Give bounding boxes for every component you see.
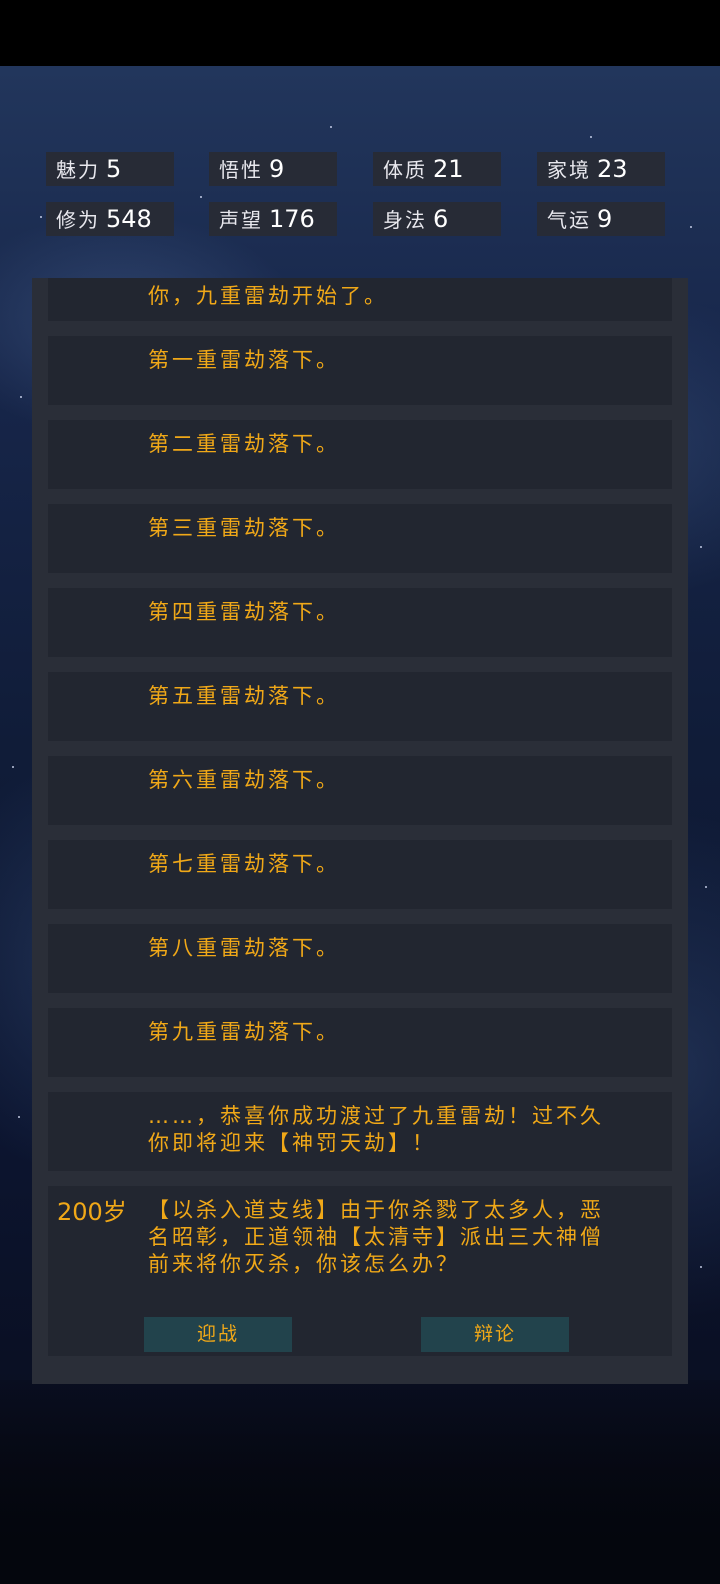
log-entry-text: 你，九重雷劫开始了。 [148, 284, 388, 308]
stat-value: 548 [106, 205, 152, 233]
stat-value: 21 [433, 155, 464, 183]
status-bar [0, 0, 720, 66]
log-entry [48, 840, 672, 909]
log-entry [48, 588, 672, 657]
congrats-line-1: ……，恭喜你成功渡过了九重雷劫！过不久 [148, 1104, 604, 1128]
stat-value: 9 [269, 155, 285, 183]
log-entry [48, 1008, 672, 1077]
log-entry-text: 第六重雷劫落下。 [148, 768, 340, 792]
log-entry-text: 第三重雷劫落下。 [148, 516, 340, 540]
stat-constitution: 体质 21 [373, 152, 501, 186]
log-entry [48, 504, 672, 573]
log-entry-text: 第二重雷劫落下。 [148, 432, 340, 456]
stat-value: 23 [597, 155, 628, 183]
log-entry-text: 第八重雷劫落下。 [148, 936, 340, 960]
stat-agility: 身法 6 [373, 202, 501, 236]
log-entry [48, 924, 672, 993]
stat-label: 声望 [219, 208, 263, 232]
stat-label: 悟性 [219, 158, 263, 182]
log-entry-text: 第九重雷劫落下。 [148, 1020, 340, 1044]
log-entry-text: 第四重雷劫落下。 [148, 600, 340, 624]
congrats-line-2: 你即将迎来【神罚天劫】！ [148, 1131, 436, 1155]
fight-button[interactable]: 迎战 [144, 1317, 292, 1352]
log-entry-text: 第七重雷劫落下。 [148, 852, 340, 876]
log-entry [48, 672, 672, 741]
stat-luck: 气运 9 [537, 202, 665, 236]
stat-value: 5 [106, 155, 122, 183]
event-line-1: 【以杀入道支线】由于你杀戮了太多人，恶 [148, 1198, 604, 1222]
stat-cultivation: 修为 548 [46, 202, 174, 236]
stat-value: 176 [269, 205, 315, 233]
event-line-3: 前来将你灭杀，你该怎么办？ [148, 1252, 460, 1276]
stat-label: 家境 [547, 158, 591, 182]
log-entry [48, 420, 672, 489]
stat-value: 6 [433, 205, 449, 233]
debate-button[interactable]: 辩论 [421, 1317, 569, 1352]
stat-label: 魅力 [56, 158, 100, 182]
age-label: 200岁 [57, 1198, 127, 1226]
log-entry [48, 336, 672, 405]
log-entry-text: 第五重雷劫落下。 [148, 684, 340, 708]
stat-comprehension: 悟性 9 [209, 152, 337, 186]
stat-label: 体质 [383, 158, 427, 182]
log-entry-text: 第一重雷劫落下。 [148, 348, 340, 372]
stat-label: 身法 [383, 208, 427, 232]
stat-label: 修为 [56, 208, 100, 232]
stat-charm: 魅力 5 [46, 152, 174, 186]
stat-family: 家境 23 [537, 152, 665, 186]
stat-reputation: 声望 176 [209, 202, 337, 236]
log-entry [48, 756, 672, 825]
stat-label: 气运 [547, 208, 591, 232]
stat-value: 9 [597, 205, 613, 233]
ground-silhouette [0, 1380, 720, 1584]
event-line-2: 名昭彰，正道领袖【太清寺】派出三大神僧 [148, 1225, 604, 1249]
